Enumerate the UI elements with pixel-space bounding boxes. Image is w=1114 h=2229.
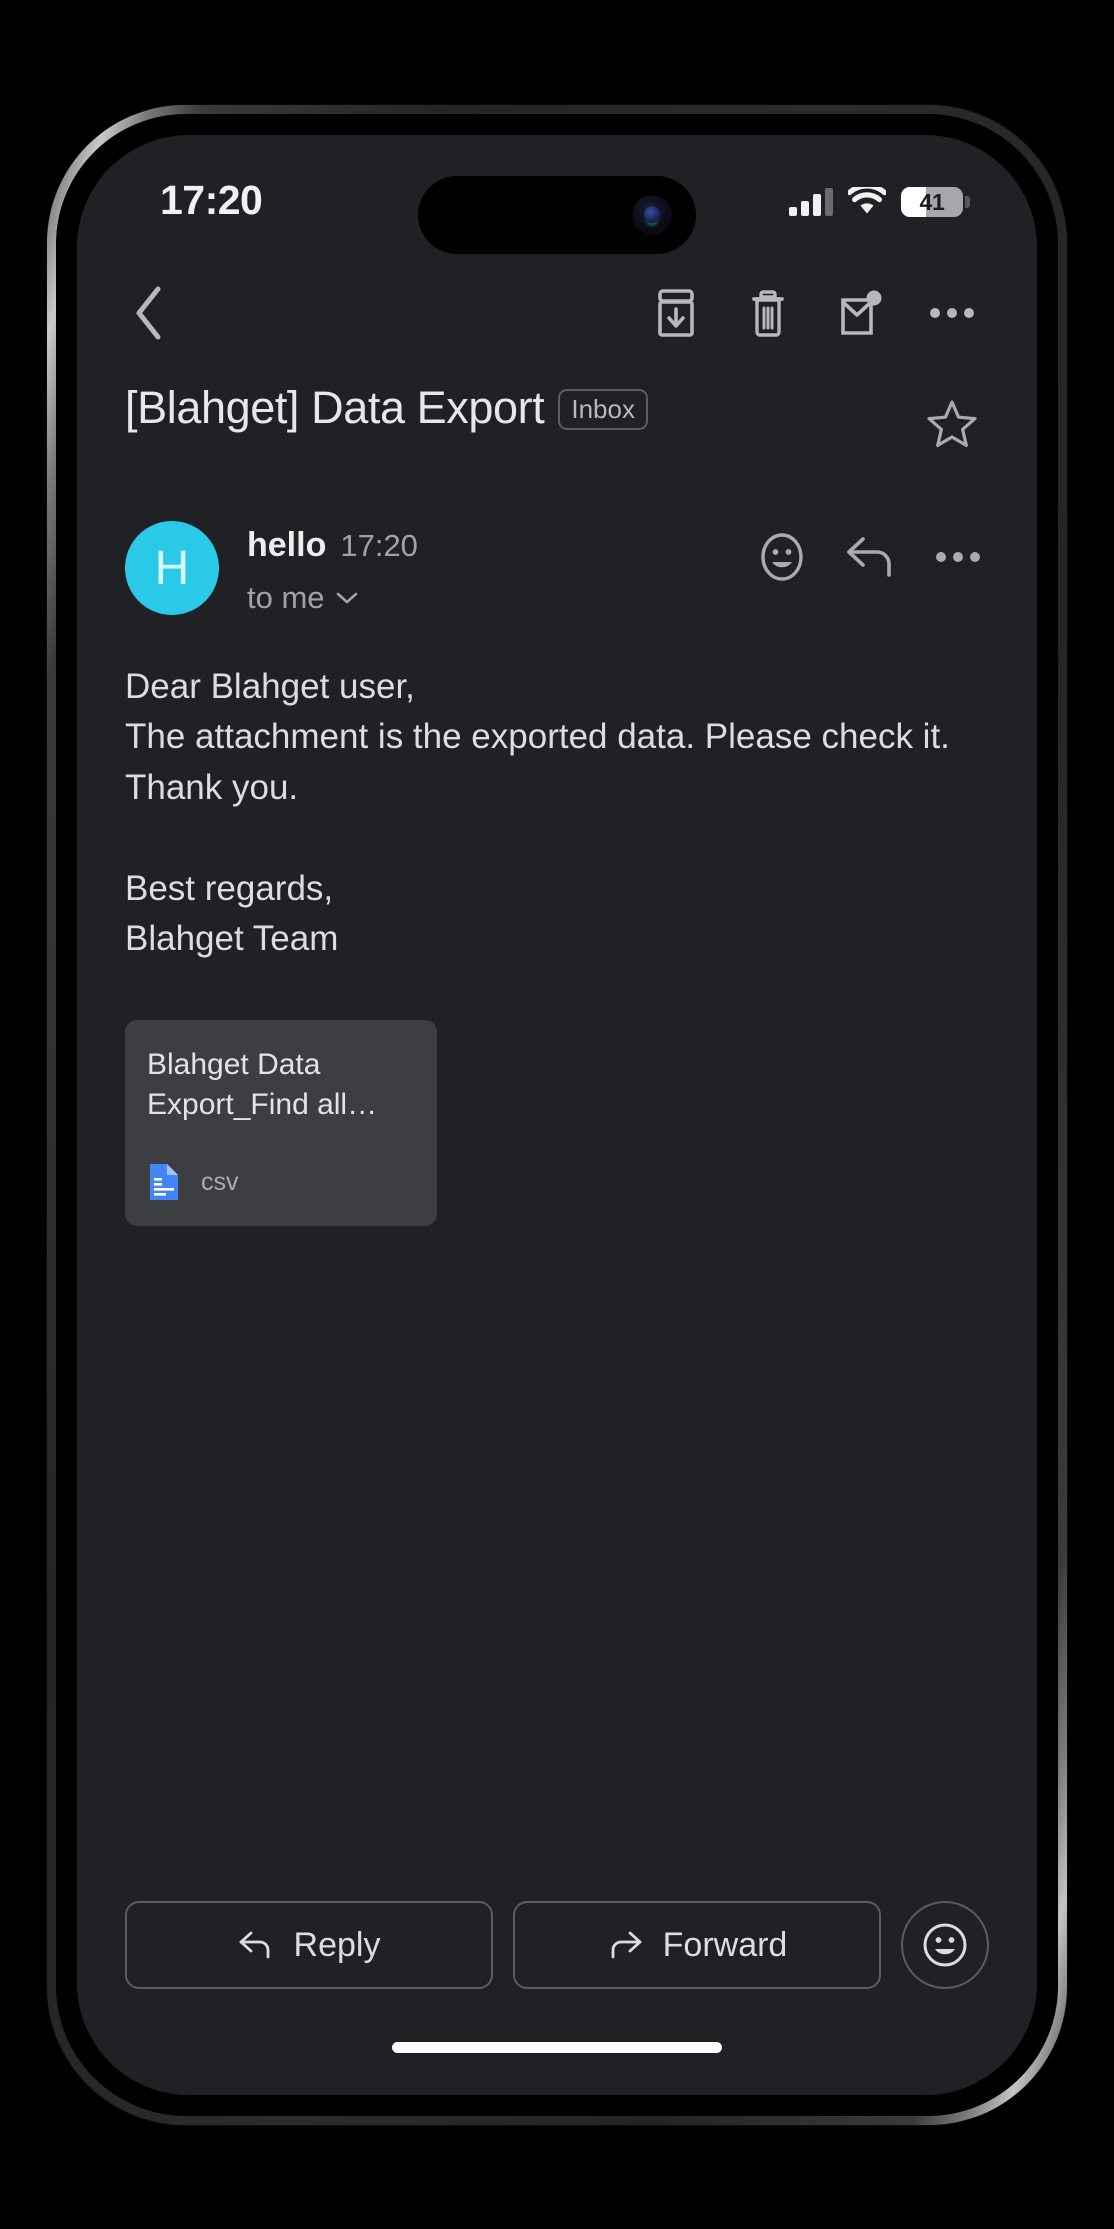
sender-line-primary: hello 17:20 [247,526,751,565]
emoji-reaction-icon [920,1920,970,1970]
sender-row: H hello 17:20 to me [77,461,1037,616]
email-body-text: Dear Blahget user, The attachment is the… [125,667,950,958]
csv-file-icon [147,1162,181,1202]
page-title: [Blahget] Data Export [125,382,545,433]
emoji-reaction-button[interactable] [901,1901,989,1989]
forward-button[interactable]: Forward [513,1901,881,1989]
email-app-content: [Blahget] Data Export Inbox H hello 17:2… [77,255,1037,2095]
forward-arrow-icon [607,1930,643,1960]
attachment-footer: csv [147,1162,415,1226]
toolbar-actions [639,276,989,350]
cellular-signal-icon [789,188,833,216]
battery-indicator: 41 [901,187,970,217]
sender-info: hello 17:20 to me [219,521,751,616]
archive-icon[interactable] [639,276,713,350]
more-options-icon[interactable] [927,526,989,588]
subject-text-wrap: [Blahget] Data Export Inbox [125,381,915,434]
email-toolbar [77,255,1037,371]
status-bar-indicators: 41 [789,187,970,217]
message-actions [751,521,989,588]
phone-bezel: 17:20 41 [Blahget] Data Export Inbox H h… [56,114,1058,2116]
battery-percent-label: 41 [919,188,945,215]
status-bar-time: 17:20 [160,177,263,223]
mark-unread-icon[interactable] [823,276,897,350]
home-indicator[interactable] [392,2042,722,2053]
phone-device-frame: 17:20 41 [Blahget] Data Export Inbox H h… [47,105,1067,2125]
label-badge-inbox[interactable]: Inbox [558,389,648,431]
subject-row: [Blahget] Data Export Inbox [77,371,1037,461]
front-camera-icon [632,195,672,235]
attachment-filetype-label: csv [201,1167,239,1196]
avatar[interactable]: H [125,521,219,615]
bottom-action-bar: Reply Forward [77,1901,1037,1989]
forward-button-label: Forward [662,1925,788,1964]
dynamic-island[interactable] [418,176,696,254]
sender-name: hello [247,526,327,564]
trash-icon[interactable] [731,276,805,350]
recipient-label: to me [247,580,325,615]
attachment-card[interactable]: Blahget Data Export_Find all… csv [125,1020,437,1227]
reply-arrow-icon [238,1930,274,1960]
reply-button-label: Reply [293,1925,381,1964]
message-timestamp: 17:20 [340,528,418,563]
emoji-reaction-icon[interactable] [751,526,813,588]
chevron-down-icon [335,590,359,606]
attachment-filename: Blahget Data Export_Find all… [147,1048,378,1121]
back-chevron-icon[interactable] [112,276,186,350]
attachment-area: Blahget Data Export_Find all… csv [77,964,1037,1227]
phone-screen: 17:20 41 [Blahget] Data Export Inbox H h… [77,135,1037,2095]
recipient-row[interactable]: to me [247,580,751,616]
reply-button[interactable]: Reply [125,1901,493,1989]
more-options-icon[interactable] [915,276,989,350]
star-outline-icon[interactable] [915,387,989,461]
reply-arrow-icon[interactable] [839,526,901,588]
wifi-icon [848,187,886,217]
